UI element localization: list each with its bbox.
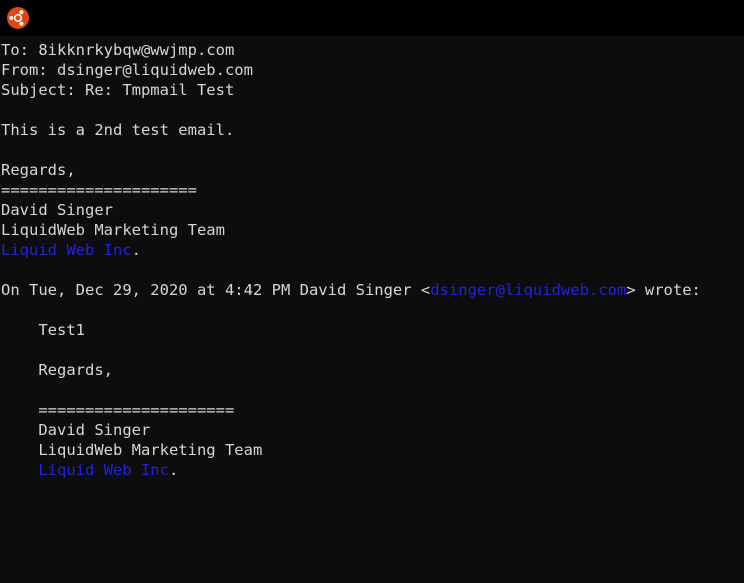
quoted-signature-company-link[interactable]: Liquid Web Inc [38, 461, 169, 479]
signature-company-line: Liquid Web Inc. [1, 240, 744, 260]
quoted-signature-name: David Singer [1, 421, 151, 439]
header-from-line: From: dsinger@liquidweb.com [1, 61, 253, 79]
quoted-signature-company-period: . [168, 461, 179, 479]
quoted-closing: Regards, [1, 361, 113, 379]
quoted-separator: ===================== [1, 401, 235, 419]
signature-company-period: . [131, 241, 141, 259]
header-subject-line: Subject: Re: Tmpmail Test [1, 81, 235, 99]
body-separator: ===================== [1, 181, 197, 199]
terminal-window: To: 8ikknrkybqw@wwjmp.com From: dsinger@… [0, 0, 744, 583]
ubuntu-logo-icon [7, 7, 29, 29]
quote-attribution-email-link[interactable]: dsinger@liquidweb.com [430, 281, 626, 299]
window-title-bar [0, 0, 744, 36]
signature-company-link[interactable]: Liquid Web Inc [1, 241, 132, 259]
quote-attribution-prefix: On Tue, Dec 29, 2020 at 4:42 PM David Si… [1, 281, 431, 299]
signature-name: David Singer [1, 201, 113, 219]
email-text-output: To: 8ikknrkybqw@wwjmp.com From: dsinger@… [0, 36, 744, 583]
body-message: This is a 2nd test email. [1, 121, 235, 139]
quoted-message: Test1 [1, 321, 85, 339]
quoted-signature-team: LiquidWeb Marketing Team [1, 441, 263, 459]
header-to-line: To: 8ikknrkybqw@wwjmp.com [1, 41, 235, 59]
body-closing: Regards, [1, 161, 76, 179]
quoted-signature-company-line: Liquid Web Inc. [1, 460, 744, 480]
quote-attribution-line: On Tue, Dec 29, 2020 at 4:42 PM David Si… [1, 280, 744, 300]
quoted-indent [1, 461, 38, 479]
signature-team: LiquidWeb Marketing Team [1, 221, 225, 239]
quote-attribution-suffix: > wrote: [626, 281, 701, 299]
